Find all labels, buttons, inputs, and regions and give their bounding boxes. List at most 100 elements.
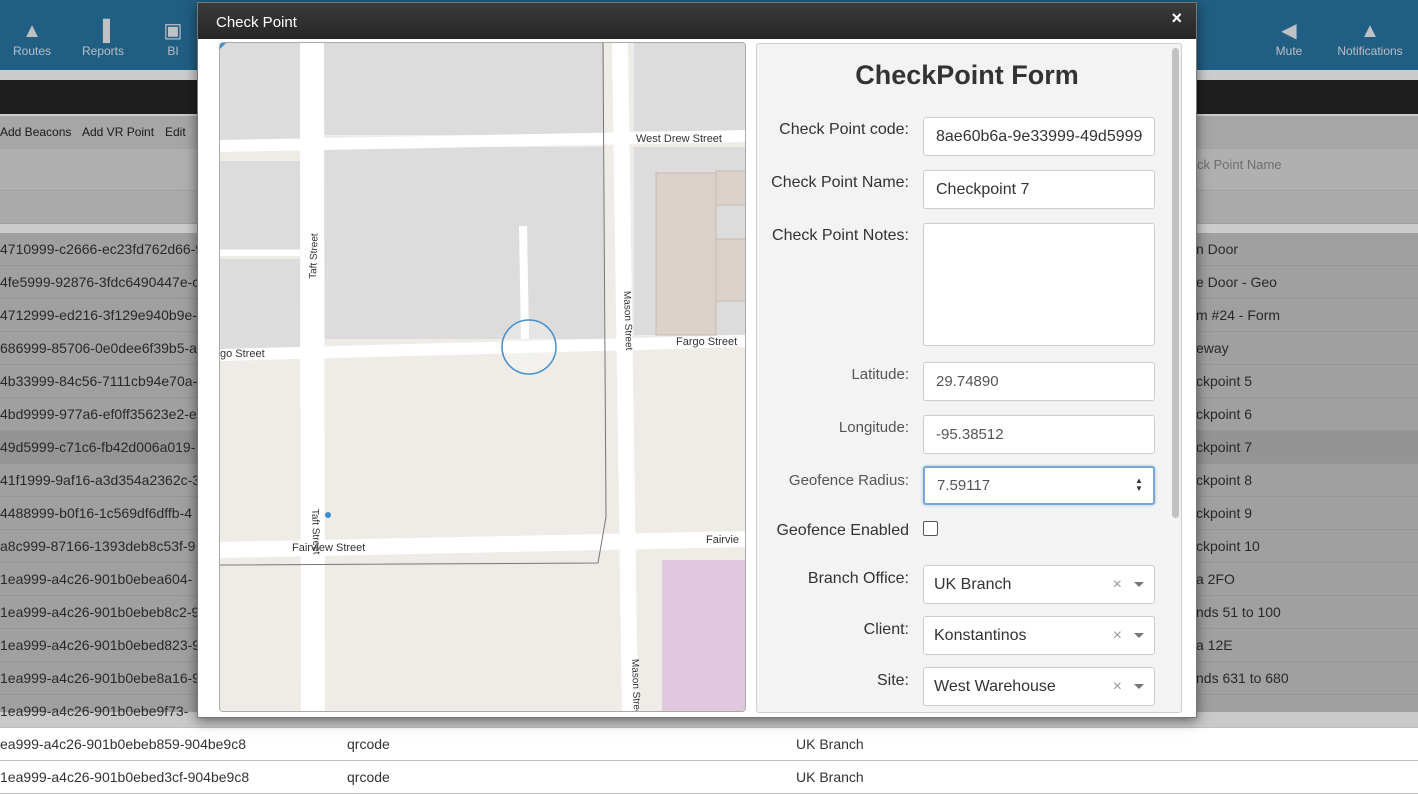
geofence-radius-field[interactable]: 7.59117 ▲ ▼ (923, 466, 1155, 505)
dialog-title: Check Point (216, 14, 297, 31)
clear-icon[interactable]: × (1113, 617, 1122, 654)
cell-name: nds 631 to 680 (1196, 670, 1289, 686)
nav-label: Mute (1275, 44, 1303, 58)
table-row[interactable]: ea999-a4c26-901b0ebeb859-904be9c8 qrcode U… (0, 728, 1418, 761)
cell-code: ea999-a4c26-901b0ebeb859-904be9c8 (0, 736, 246, 752)
chevron-down-icon[interactable] (1134, 684, 1144, 689)
checkpoint-name-field[interactable]: Checkpoint 7 (923, 170, 1155, 209)
street-label: Mason Street (621, 291, 634, 351)
cell-branch: UK Branch (796, 736, 864, 752)
site-value: West Warehouse (934, 678, 1056, 695)
column-header-name[interactable]: ck Point Name (1197, 157, 1282, 172)
dialog-header: Check Point × (198, 3, 1196, 39)
nav-routes[interactable]: ▲ Routes (0, 18, 67, 58)
street-label: Mason Street (629, 659, 642, 712)
cell-code: 4712999-ed216-3f129e940b9e- (0, 307, 197, 323)
cell-code: 4fe5999-92876-3fdc6490447e-c (0, 274, 200, 290)
code-label: Check Point code: (779, 121, 909, 138)
cell-name: ckpoint 6 (1196, 406, 1253, 422)
cell-code: 1ea999-a4c26-901b0ebe9f73- (0, 703, 189, 719)
spinner-icon[interactable]: ▲ ▼ (1133, 477, 1145, 494)
cell-name: a 2FO (1196, 571, 1235, 587)
cell-name: ckpoint 7 (1196, 439, 1253, 455)
cell-type: qrcode (347, 736, 390, 752)
street-label: Fargo Street (676, 336, 737, 348)
checkpoint-notes-field[interactable] (923, 223, 1155, 346)
nav-label: Routes (12, 44, 52, 58)
cell-name: n Door (1196, 241, 1239, 257)
cell-type: qrcode (347, 769, 390, 785)
cell-code: a8c999-87166-1393deb8c53f-9 (0, 538, 196, 554)
street-label: go Street (220, 348, 265, 360)
cell-name: m #24 - Form (1196, 307, 1281, 323)
street-label: Taft Street (309, 509, 322, 555)
clear-icon[interactable]: × (1113, 566, 1122, 603)
chevron-down-icon[interactable] (1134, 582, 1144, 587)
speaker-icon: ◀ (1281, 20, 1297, 42)
cell-code: 4bd9999-977a6-ef0ff35623e2-ea (0, 406, 205, 422)
nav-notifications[interactable]: ▲ Notifications (1330, 18, 1410, 58)
cell-name: eway (1196, 340, 1229, 356)
client-value: Konstantinos (934, 627, 1027, 644)
longitude-field[interactable]: -95.38512 (923, 415, 1155, 454)
routes-icon: ▲ (22, 20, 42, 42)
form-scrollbar[interactable] (1172, 48, 1179, 518)
cell-code: 4488999-b0f16-1c569df6dffb-4 (0, 505, 193, 521)
cell-name: a 12E (1196, 637, 1233, 653)
cell-name: ckpoint 8 (1196, 472, 1253, 488)
cell-code: 1ea999-a4c26-901b0ebed3cf-904be9c8 (0, 769, 250, 785)
geofence-enabled-label: Geofence Enabled (776, 522, 909, 539)
cell-name: ckpoint 10 (1196, 538, 1260, 554)
site-select[interactable]: West Warehouse × (923, 667, 1155, 706)
map-view[interactable]: West Drew Street Taft Street Mason Stree… (219, 42, 746, 712)
street-label: Fairvie (706, 534, 739, 546)
client-label: Client: (863, 621, 909, 638)
name-label: Check Point Name: (771, 174, 909, 191)
edit-button[interactable]: Edit (165, 125, 186, 139)
branch-value: UK Branch (934, 576, 1012, 593)
checkpoint-dialog: Check Point × West Drew Street Taft Stre… (197, 2, 1197, 718)
cell-name: ckpoint 9 (1196, 505, 1253, 521)
form-title: CheckPoint Form (855, 60, 1079, 90)
reports-icon: ▐ (95, 20, 111, 42)
site-label: Site: (876, 672, 909, 689)
branch-label: Branch Office: (807, 570, 909, 587)
cell-name: ckpoint 5 (1196, 373, 1253, 389)
table-row[interactable]: 1ea999-a4c26-901b0ebed3cf-904be9c8 qrcode… (0, 761, 1418, 794)
cell-code: 49d5999-c71c6-fb42d006a019- (0, 439, 196, 455)
geofence-circle[interactable] (501, 319, 557, 375)
add-beacons-button[interactable]: Add Beacons (0, 125, 71, 139)
cell-name: nds 51 to 100 (1196, 604, 1281, 620)
nav-reports[interactable]: ▐ Reports (68, 18, 138, 58)
branch-office-select[interactable]: UK Branch × (923, 565, 1155, 604)
bell-icon: ▲ (1360, 20, 1380, 42)
street-label: West Drew Street (636, 133, 722, 145)
cell-code: 1ea999-a4c26-901b0ebea604- (0, 571, 193, 587)
geofence-enabled-checkbox[interactable] (923, 521, 938, 536)
cell-code: 1ea999-a4c26-901b0ebe8a16-9 (0, 670, 201, 686)
client-select[interactable]: Konstantinos × (923, 616, 1155, 655)
cell-code: 1ea999-a4c26-901b0ebeb8c2-9 (0, 604, 200, 620)
cell-code: 686999-85706-0e0dee6f39b5-a (0, 340, 197, 356)
radius-value: 7.59117 (937, 477, 991, 494)
notes-label: Check Point Notes: (772, 227, 909, 244)
nav-label: Notifications (1337, 44, 1403, 58)
latitude-field[interactable]: 29.74890 (923, 362, 1155, 401)
clear-icon[interactable]: × (1113, 668, 1122, 705)
chevron-down-icon[interactable] (1134, 633, 1144, 638)
map-canvas[interactable]: West Drew Street Taft Street Mason Stree… (220, 43, 746, 712)
close-icon[interactable]: × (1171, 8, 1182, 29)
cell-name: e Door - Geo (1196, 274, 1277, 290)
checkpoint-form: CheckPoint Form Check Point code: 8ae60b… (756, 43, 1182, 713)
latitude-label: Latitude: (851, 366, 909, 383)
cell-code: 41f1999-9af16-a3d354a2362c-3 (0, 472, 201, 488)
street-label: Fairview Street (292, 542, 365, 554)
nav-label: Reports (81, 44, 125, 58)
checkpoint-code-field[interactable]: 8ae60b6a-9e33999-49d5999 (923, 117, 1155, 156)
bike-icon (325, 512, 331, 518)
cell-code: 4b33999-84c56-7111cb94e70a- (0, 373, 198, 389)
cell-branch: UK Branch (796, 769, 864, 785)
add-vr-point-button[interactable]: Add VR Point (82, 125, 154, 139)
radius-label: Geofence Radius: (788, 472, 909, 489)
nav-mute[interactable]: ◀ Mute (1254, 18, 1324, 58)
